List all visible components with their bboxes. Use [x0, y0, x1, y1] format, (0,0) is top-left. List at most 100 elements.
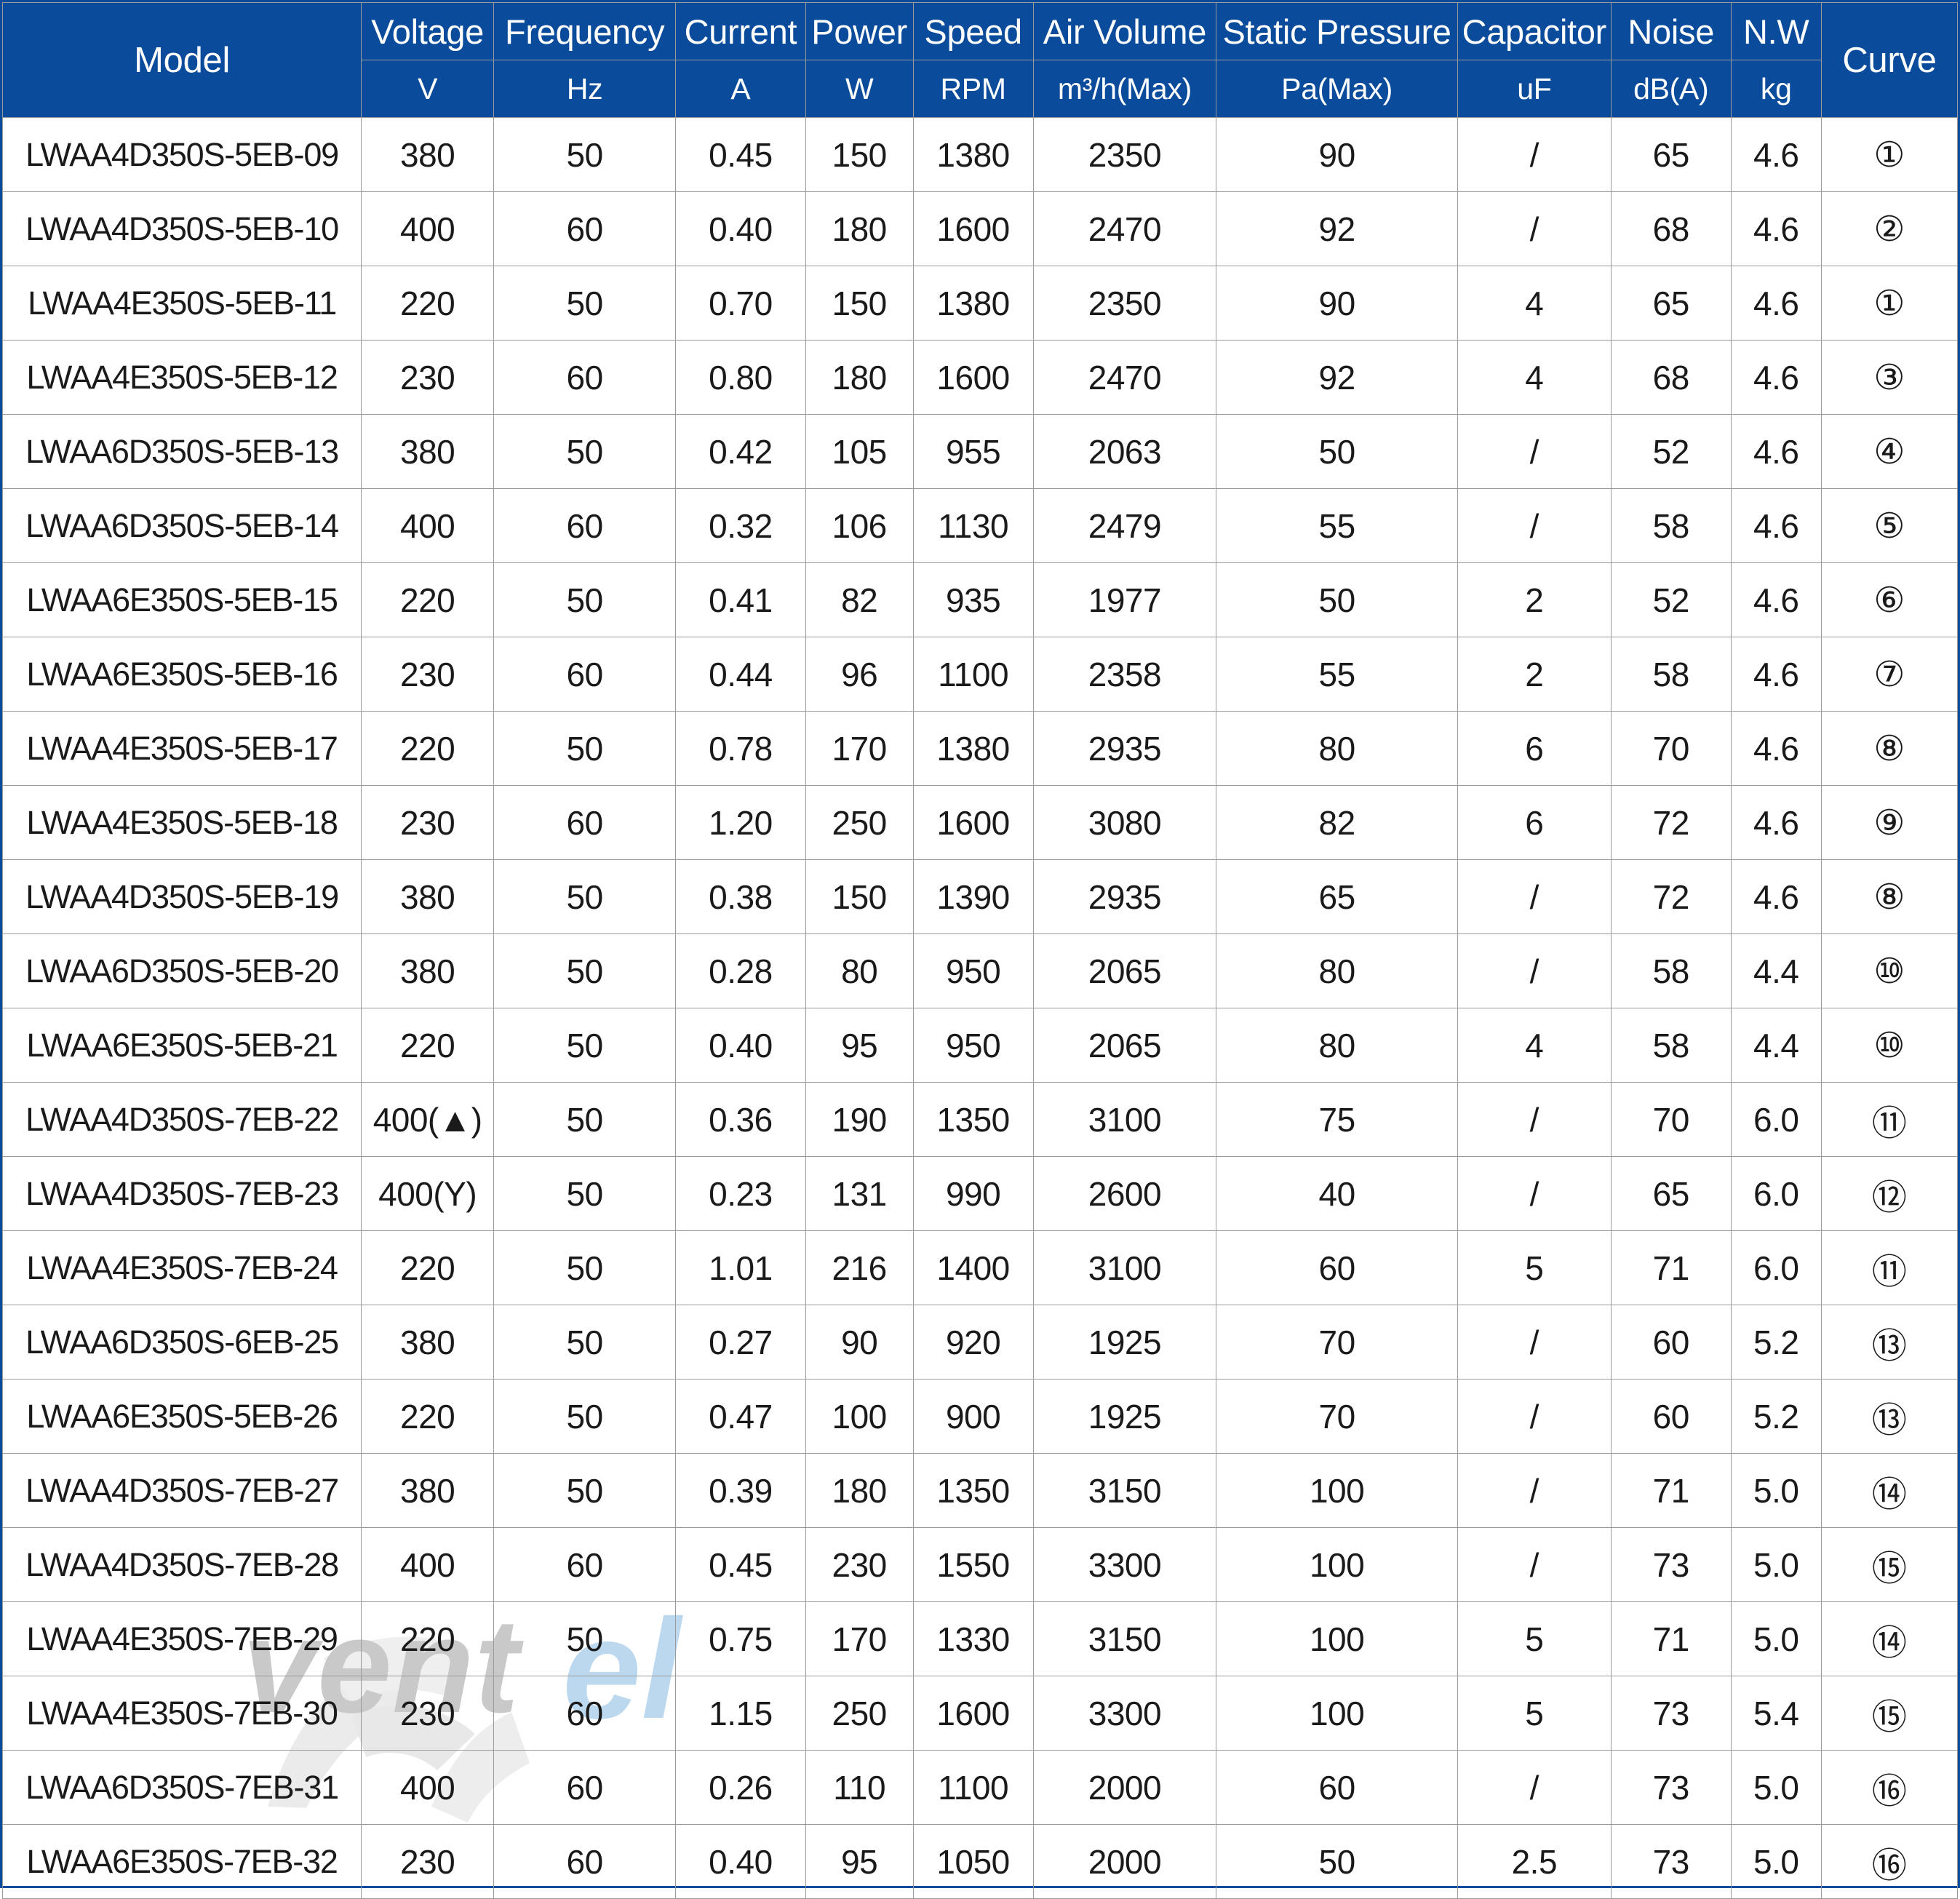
cell-noise: 52: [1610, 414, 1732, 489]
cell-voltage: 230: [361, 1676, 495, 1751]
cell-voltage: 380: [361, 859, 495, 934]
cell-air: 2358: [1032, 637, 1217, 712]
cell-voltage: 220: [361, 711, 495, 786]
cell-air: 2479: [1032, 488, 1217, 563]
cell-model: LWAA6E350S-5EB-16: [1, 637, 362, 712]
cell-cap: 4: [1457, 1008, 1612, 1083]
cell-noise: 71: [1610, 1601, 1732, 1676]
cell-air: 2000: [1032, 1750, 1217, 1825]
cell-noise: 52: [1610, 562, 1732, 637]
cell-voltage: 220: [361, 562, 495, 637]
cell-noise: 73: [1610, 1676, 1732, 1751]
cell-current: 0.44: [675, 637, 806, 712]
cell-freq: 60: [493, 1676, 677, 1751]
cell-air: 2063: [1032, 414, 1217, 489]
col-header-frequency: Frequency: [493, 2, 677, 60]
cell-noise: 58: [1610, 488, 1732, 563]
cell-noise: 72: [1610, 785, 1732, 860]
col-unit-nw: kg: [1730, 60, 1822, 118]
cell-nw: 4.6: [1730, 340, 1822, 415]
cell-noise: 70: [1610, 1082, 1732, 1157]
cell-nw: 4.6: [1730, 562, 1822, 637]
cell-model: LWAA6D350S-6EB-25: [1, 1305, 362, 1380]
cell-static: 92: [1216, 340, 1458, 415]
cell-model: LWAA6D350S-7EB-31: [1, 1750, 362, 1825]
cell-cap: 5: [1457, 1676, 1612, 1751]
cell-noise: 71: [1610, 1453, 1732, 1528]
cell-speed: 1390: [912, 859, 1034, 934]
cell-nw: 4.6: [1730, 637, 1822, 712]
table-row: LWAA4E350S-5EB-12 230 60 0.80 180 1600 2470 92 4…: [1, 340, 1959, 415]
cell-model: LWAA4D350S-5EB-19: [1, 859, 362, 934]
cell-freq: 60: [493, 1527, 677, 1602]
cell-static: 100: [1216, 1453, 1458, 1528]
cell-power: 82: [805, 562, 914, 637]
cell-voltage: 400: [361, 191, 495, 266]
cell-freq: 50: [493, 859, 677, 934]
cell-power: 230: [805, 1527, 914, 1602]
cell-curve: ⑯: [1820, 1824, 1959, 1899]
cell-model: LWAA4D350S-7EB-27: [1, 1453, 362, 1528]
cell-model: LWAA4D350S-5EB-09: [1, 117, 362, 192]
header-row-titles: Model Voltage Frequency Current Power Sp…: [1, 2, 1959, 118]
cell-model: LWAA6E350S-7EB-32: [1, 1824, 362, 1899]
col-unit-speed: RPM: [912, 60, 1034, 118]
cell-voltage: 220: [361, 1601, 495, 1676]
cell-static: 40: [1216, 1156, 1458, 1231]
table-row: LWAA4D350S-5EB-09 380 50 0.45 150 1380 2350 90/…: [1, 117, 1959, 192]
cell-voltage: 230: [361, 340, 495, 415]
cell-static: 55: [1216, 637, 1458, 712]
cell-noise: 68: [1610, 340, 1732, 415]
cell-curve: ⑧: [1820, 859, 1959, 934]
cell-noise: 58: [1610, 637, 1732, 712]
cell-power: 190: [805, 1082, 914, 1157]
cell-power: 180: [805, 1453, 914, 1528]
col-unit-noise: dB(A): [1610, 60, 1732, 118]
cell-current: 0.45: [675, 1527, 806, 1602]
cell-static: 50: [1216, 1824, 1458, 1899]
col-unit-air-volume: m³/h(Max): [1032, 60, 1217, 118]
table-row: LWAA4E350S-5EB-11 220 50 0.70 150 1380 2350 90 4…: [1, 266, 1959, 341]
cell-speed: 1600: [912, 340, 1034, 415]
cell-speed: 1600: [912, 785, 1034, 860]
cell-static: 92: [1216, 191, 1458, 266]
cell-voltage: 380: [361, 933, 495, 1008]
col-header-capacitor: Capacitor: [1457, 2, 1612, 60]
cell-cap: /: [1457, 414, 1612, 489]
cell-static: 65: [1216, 859, 1458, 934]
cell-nw: 4.6: [1730, 488, 1822, 563]
cell-speed: 1600: [912, 1676, 1034, 1751]
cell-curve: ⑯: [1820, 1750, 1959, 1825]
cell-speed: 950: [912, 933, 1034, 1008]
cell-speed: 900: [912, 1379, 1034, 1454]
cell-curve: ⑦: [1820, 637, 1959, 712]
cell-nw: 4.4: [1730, 1008, 1822, 1083]
cell-cap: /: [1457, 1750, 1612, 1825]
cell-current: 0.38: [675, 859, 806, 934]
cell-speed: 1050: [912, 1824, 1034, 1899]
cell-model: LWAA6E350S-5EB-21: [1, 1008, 362, 1083]
cell-static: 80: [1216, 1008, 1458, 1083]
cell-air: 2065: [1032, 933, 1217, 1008]
cell-speed: 1380: [912, 711, 1034, 786]
cell-freq: 50: [493, 1230, 677, 1305]
cell-current: 0.36: [675, 1082, 806, 1157]
cell-curve: ⑨: [1820, 785, 1959, 860]
cell-speed: 1600: [912, 191, 1034, 266]
cell-speed: 1400: [912, 1230, 1034, 1305]
cell-cap: /: [1457, 1379, 1612, 1454]
table-row: LWAA6E350S-5EB-21 220 50 0.40 95 950 2065 80 4 58…: [1, 1008, 1959, 1083]
cell-curve: ⑩: [1820, 933, 1959, 1008]
cell-cap: /: [1457, 1082, 1612, 1157]
cell-voltage: 400: [361, 1527, 495, 1602]
col-header-voltage: Voltage: [361, 2, 495, 60]
cell-voltage: 230: [361, 785, 495, 860]
col-header-speed: Speed: [912, 2, 1034, 60]
cell-power: 216: [805, 1230, 914, 1305]
cell-nw: 4.6: [1730, 859, 1822, 934]
cell-freq: 50: [493, 1305, 677, 1380]
cell-cap: 6: [1457, 711, 1612, 786]
cell-noise: 58: [1610, 933, 1732, 1008]
cell-static: 60: [1216, 1750, 1458, 1825]
cell-speed: 1130: [912, 488, 1034, 563]
